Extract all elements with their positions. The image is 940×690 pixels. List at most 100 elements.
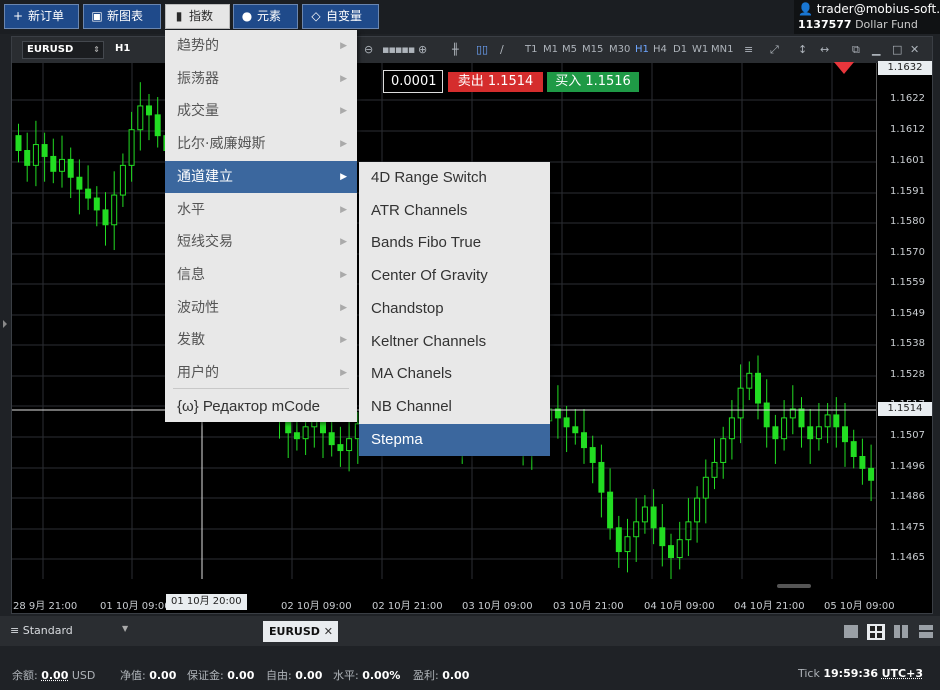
menu-item-5[interactable]: 水平 ▶ — [165, 194, 357, 226]
timeframe-m30[interactable]: M30 — [609, 44, 630, 55]
line-type-icon[interactable]: ∕ — [500, 42, 504, 58]
timeframe-t1[interactable]: T1 — [525, 44, 537, 55]
submenu-item-0[interactable]: 4D Range Switch — [359, 162, 550, 194]
price-tick: 1.1486 — [890, 491, 925, 502]
timeframe-mn1[interactable]: MN1 — [711, 44, 733, 55]
maximize-icon[interactable]: □ — [892, 42, 902, 58]
new-order-button[interactable]: + 新订单 — [4, 4, 79, 29]
variables-button[interactable]: ◇ 自变量 — [302, 4, 379, 29]
elements-button[interactable]: ● 元素 — [233, 4, 298, 29]
tab-eurusd[interactable]: EURUSD ✕ — [263, 621, 338, 642]
account-fund: 1137577 Dollar Fund — [798, 18, 918, 31]
buy-button[interactable]: 买入 1.1516 — [547, 72, 639, 92]
alert-marker-icon[interactable] — [834, 62, 854, 74]
close-tab-icon[interactable]: ✕ — [324, 621, 333, 642]
free-margin: 自由: 0.00 — [266, 669, 323, 682]
timeframe-m15[interactable]: M15 — [582, 44, 603, 55]
price-tick: 1.1612 — [890, 124, 925, 135]
candle-body — [15, 135, 22, 152]
bar-chart-icon: ▮ — [175, 9, 183, 23]
menu-item-9[interactable]: 发散 ▶ — [165, 324, 357, 356]
diagonal-resize-icon[interactable]: ⤢ — [770, 42, 779, 58]
chevron-right-icon: ▶ — [340, 302, 347, 313]
new-order-label: 新订单 — [28, 9, 65, 23]
spinner-icon: ⇕ — [93, 45, 100, 54]
candle-type-icon[interactable]: ▯▯ — [476, 42, 488, 58]
lot-size-input[interactable]: 0.0001 — [383, 70, 443, 93]
indicators-list-icon[interactable]: ≡ — [744, 42, 753, 58]
timeframe-h1[interactable]: H1 — [635, 44, 649, 55]
collapse-left-icon[interactable] — [3, 320, 7, 328]
submenu-item-3[interactable]: Center Of Gravity — [359, 260, 550, 292]
time-axis[interactable]: 28 9月 21:00 01 10月 09:00 01 10月 20:00 02 10… — [12, 579, 932, 613]
submenu-item-6[interactable]: MA Chanels — [359, 358, 550, 390]
menu-item-4[interactable]: 通道建立 ▶ — [165, 160, 357, 193]
shapes-icon: ● — [241, 9, 253, 23]
diamond-icon: ◇ — [311, 9, 321, 23]
submenu-item-8[interactable]: Stepma — [359, 423, 550, 456]
balance-value[interactable]: 0.00 — [41, 669, 68, 682]
timeframe-m1[interactable]: M1 — [543, 44, 558, 55]
scrollbar-thumb[interactable] — [777, 584, 811, 588]
menu-item-7[interactable]: 信息 ▶ — [165, 259, 357, 291]
detach-icon[interactable]: ⧉ — [852, 42, 860, 58]
menu-item-8[interactable]: 波动性 ▶ — [165, 292, 357, 324]
account-panel[interactable]: 👤 trader@mobius-soft.org 1137577 Dollar … — [794, 0, 940, 34]
candle-body — [146, 105, 152, 116]
chevron-right-icon: ▶ — [340, 41, 347, 51]
minimize-icon[interactable]: ▁ — [872, 42, 880, 58]
submenu-item-5[interactable]: Keltner Channels — [359, 326, 550, 358]
candle-body — [633, 521, 640, 538]
close-icon[interactable]: ✕ — [910, 42, 919, 58]
candle-body — [137, 105, 144, 131]
submenu-item-4[interactable]: Chandstop — [359, 293, 550, 325]
submenu-item-7[interactable]: NB Channel — [359, 391, 550, 423]
candle-body — [41, 144, 48, 157]
layout-horizontal-icon[interactable] — [918, 624, 936, 640]
symbol-select[interactable]: EURUSD ⇕ — [22, 41, 104, 59]
candle-body — [737, 387, 744, 419]
indicators-button[interactable]: ▮ 指数 — [165, 4, 230, 29]
layout-vertical-icon[interactable] — [893, 624, 911, 640]
price-tick: 1.1538 — [890, 338, 925, 349]
menu-item-label: 通道建立 — [177, 168, 233, 185]
timeframe-w1[interactable]: W1 — [692, 44, 708, 55]
menu-item-1[interactable]: 振荡器 ▶ — [165, 63, 357, 95]
price-tick: 1.1559 — [890, 277, 925, 288]
menu-item-0[interactable]: 趋势的 ▶ — [165, 30, 357, 62]
vertical-resize-icon[interactable]: ↕ — [798, 42, 807, 58]
timeframe-m5[interactable]: M5 — [562, 44, 577, 55]
menu-item-3[interactable]: 比尔·威廉姆斯 ▶ — [165, 128, 357, 160]
zoom-in-icon[interactable]: ⊕ — [418, 42, 427, 58]
menu-item-10[interactable]: 用户的 ▶ — [165, 357, 357, 389]
zoom-out-icon[interactable]: ⊖ — [364, 42, 373, 58]
layout-single-icon[interactable] — [843, 624, 861, 640]
submenu-item-2[interactable]: Bands Fibo True — [359, 227, 550, 259]
price-axis[interactable]: 1.1622 1.1612 1.1601 1.1591 1.1580 1.1570 1.15… — [876, 61, 932, 579]
server-clock: Tick 19:59:36 UTC+3 — [798, 667, 923, 680]
new-chart-button[interactable]: ▣ 新图表 — [83, 4, 161, 29]
layout-grid-icon[interactable] — [867, 624, 885, 640]
fund-name: Dollar Fund — [855, 18, 918, 31]
sell-button[interactable]: 卖出 1.1514 — [448, 72, 543, 92]
zoom-slider[interactable]: ▪▪▪▪▪ — [382, 42, 415, 58]
submenu-item-1[interactable]: ATR Channels — [359, 195, 550, 227]
candle-body — [728, 417, 735, 440]
timezone-select[interactable]: UTC+3 — [882, 667, 923, 680]
candle-body — [24, 150, 31, 166]
indicators-menu: 趋势的 ▶ 振荡器 ▶ 成交量 ▶ 比尔·威廉姆斯 ▶ 通道建立 ▶ 水平 ▶ 短线交易 ▶ 信息 ▶ 波动性 ▶… — [165, 30, 357, 422]
menu-item-label: 水平 — [177, 201, 205, 218]
horizontal-resize-icon[interactable]: ↔ — [820, 42, 829, 58]
menu-item-6[interactable]: 短线交易 ▶ — [165, 226, 357, 258]
mcode-editor-item[interactable]: {ω} Редактор mCode — [165, 391, 357, 423]
account-email: 👤 trader@mobius-soft.org — [798, 2, 940, 16]
candle-body — [833, 414, 840, 428]
candle-body — [128, 129, 135, 166]
menu-item-2[interactable]: 成交量 ▶ — [165, 95, 357, 127]
price-tick: 1.1507 — [890, 430, 925, 441]
timeframe-h4[interactable]: H4 — [653, 44, 667, 55]
layout-select[interactable]: ≡ Standard ▼ — [10, 624, 128, 637]
candle-body — [824, 414, 831, 428]
timeframe-d1[interactable]: D1 — [673, 44, 687, 55]
bar-type-icon[interactable]: ╫ — [452, 42, 459, 58]
